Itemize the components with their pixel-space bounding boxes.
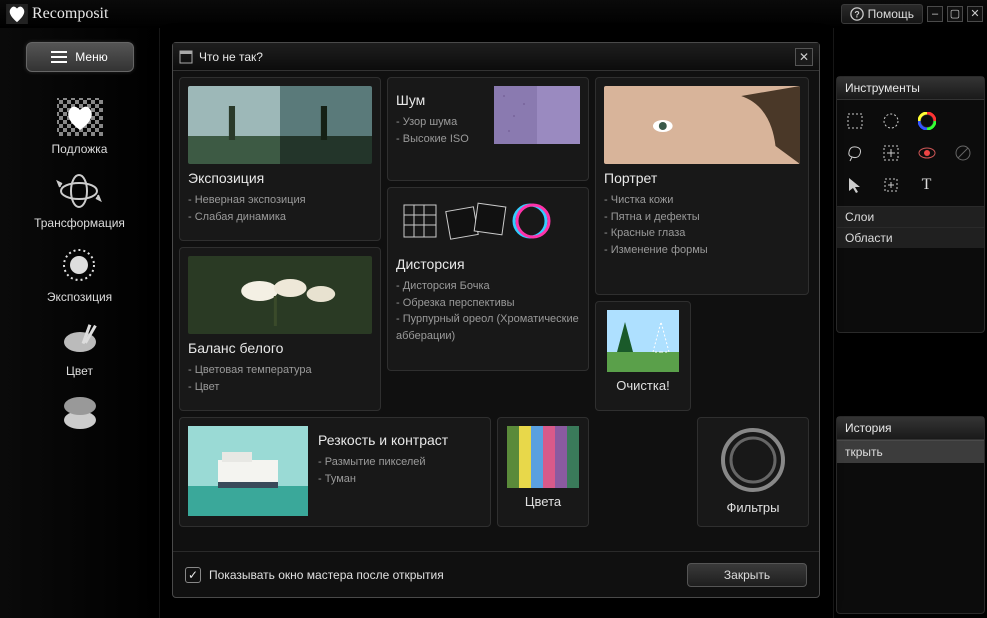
list-item: Изменение формы [604, 242, 800, 259]
list-item: Размытие пикселей [318, 454, 448, 471]
colors-thumb [507, 426, 579, 488]
background-icon [55, 96, 105, 138]
maximize-button[interactable]: ▢ [947, 6, 963, 22]
list-item: Чистка кожи [604, 192, 800, 209]
dialog-footer: Показывать окно мастера после открытия З… [173, 551, 819, 597]
wizard-dialog: Что не так? ✕ Экспозиция Неверная экспоз… [172, 42, 820, 598]
palette-icon [55, 318, 105, 360]
card-title-colors: Цвета [525, 494, 561, 509]
card-portrait[interactable]: Портрет Чистка кожи Пятна и дефекты Крас… [595, 77, 809, 295]
tool-pointer[interactable] [842, 172, 868, 198]
help-button[interactable]: ? Помощь [841, 4, 923, 24]
list-item: Туман [318, 471, 448, 488]
heart-icon [6, 4, 28, 24]
tool-text[interactable]: T [914, 172, 940, 198]
card-exposure[interactable]: Экспозиция Неверная экспозиция Слабая ди… [179, 77, 381, 241]
list-item: Цвет [188, 379, 372, 396]
card-whitebalance[interactable]: Баланс белого Цветовая температура Цвет [179, 247, 381, 411]
sidebar-item-background[interactable]: Подложка [52, 94, 108, 156]
dialog-close-button[interactable]: Закрыть [687, 563, 807, 587]
list-item: Красные глаза [604, 225, 800, 242]
history-item[interactable]: ткрыть [837, 440, 984, 463]
list-item: Высокие ISO [396, 131, 484, 148]
list-item: Обрезка перспективы [396, 295, 580, 312]
sidebar-item-retouch[interactable] [52, 390, 108, 436]
sidebar-label-color: Цвет [66, 364, 93, 378]
list-item: Пурпурный ореол (Хроматические абберации… [396, 311, 580, 344]
panel-title-history: История [837, 417, 984, 440]
menu-icon [51, 50, 67, 64]
panel-title-regions[interactable]: Области [837, 227, 984, 248]
minimize-button[interactable]: – [927, 6, 943, 22]
close-window-button[interactable]: ✕ [967, 6, 983, 22]
distortion-thumb [396, 196, 580, 246]
card-distortion[interactable]: Дисторсия Дисторсия Бочка Обрезка перспе… [387, 187, 589, 371]
menu-label: Меню [75, 50, 107, 64]
sidebar-left: Меню Подложка Трансфо [0, 28, 160, 618]
card-sharpness[interactable]: Резкость и контраст Размытие пикселей Ту… [179, 417, 491, 527]
portrait-thumb [604, 86, 800, 164]
card-title-sharp: Резкость и контраст [318, 432, 448, 448]
filters-thumb [719, 426, 787, 494]
show-on-open-label: Показывать окно мастера после открытия [209, 568, 687, 582]
card-title-wb: Баланс белого [188, 340, 372, 356]
card-title-distortion: Дисторсия [396, 256, 580, 272]
card-title-noise: Шум [396, 92, 484, 108]
show-on-open-checkbox[interactable] [185, 567, 201, 583]
compact-icon [55, 392, 105, 434]
sidebar-label-exposure: Экспозиция [47, 290, 112, 304]
tool-disabled[interactable] [950, 140, 976, 166]
noise-thumb [494, 86, 580, 144]
panel-title-tools: Инструменты [837, 77, 984, 100]
sharp-thumb [188, 426, 308, 516]
sidebar-item-color[interactable]: Цвет [52, 316, 108, 378]
list-item: Цветовая температура [188, 362, 372, 379]
dialog-title: Что не так? [199, 50, 795, 64]
sidebar-label-transform: Трансформация [34, 216, 125, 230]
panel-tools: Инструменты T Слои Области [836, 76, 985, 333]
tool-redeye[interactable] [914, 140, 940, 166]
panel-title-layers[interactable]: Слои [837, 206, 984, 227]
dialog-icon [179, 50, 193, 64]
app-logo: Recomposit [4, 4, 108, 24]
sun-icon [54, 244, 104, 286]
list-item: Слабая динамика [188, 209, 372, 226]
list-item: Пятна и дефекты [604, 209, 800, 226]
sidebar-right: Инструменты T Слои Области История тк [833, 28, 987, 618]
wb-thumb [188, 256, 372, 334]
help-label: Помощь [868, 7, 914, 21]
exposure-thumb [188, 86, 372, 164]
list-item: Дисторсия Бочка [396, 278, 580, 295]
card-title-portrait: Портрет [604, 170, 800, 186]
transform-icon [54, 170, 104, 212]
sidebar-label-background: Подложка [52, 142, 108, 156]
tool-crop[interactable] [878, 172, 904, 198]
panel-history: История ткрыть [836, 416, 985, 614]
app-name: Recomposit [32, 5, 108, 23]
card-filters[interactable]: Фильтры [697, 417, 809, 527]
card-title-exposure: Экспозиция [188, 170, 372, 186]
menu-button[interactable]: Меню [26, 42, 134, 72]
tool-ellipse[interactable] [878, 108, 904, 134]
help-icon: ? [850, 7, 864, 21]
card-noise[interactable]: Шум Узор шума Высокие ISO [387, 77, 589, 181]
tool-colorwheel[interactable] [914, 108, 940, 134]
dialog-close-x[interactable]: ✕ [795, 48, 813, 66]
card-title-clean: Очистка! [616, 378, 669, 393]
svg-text:?: ? [854, 10, 859, 20]
list-item: Узор шума [396, 114, 484, 131]
tool-marquee[interactable] [842, 108, 868, 134]
titlebar: Recomposit ? Помощь – ▢ ✕ [0, 0, 987, 28]
tool-lasso[interactable] [842, 140, 868, 166]
card-colors[interactable]: Цвета [497, 417, 589, 527]
list-item: Неверная экспозиция [188, 192, 372, 209]
dialog-titlebar: Что не так? ✕ [173, 43, 819, 71]
clean-thumb [607, 310, 679, 372]
tool-add-select[interactable] [878, 140, 904, 166]
card-clean[interactable]: Очистка! [595, 301, 691, 411]
sidebar-item-exposure[interactable]: Экспозиция [47, 242, 112, 304]
card-title-filters: Фильтры [726, 500, 779, 515]
sidebar-item-transform[interactable]: Трансформация [34, 168, 125, 230]
